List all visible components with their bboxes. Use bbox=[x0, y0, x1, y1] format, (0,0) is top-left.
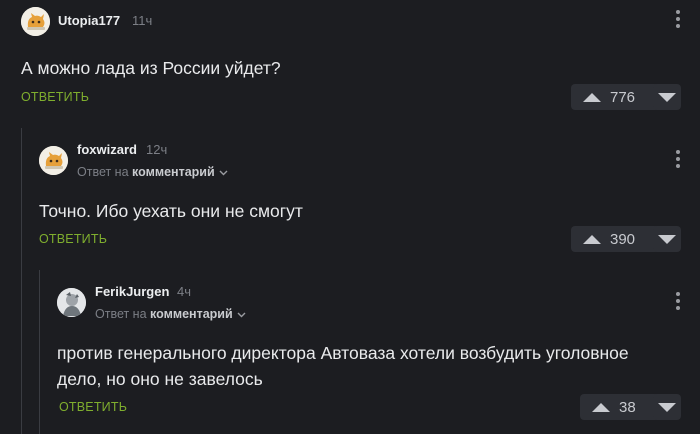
more-options-icon[interactable] bbox=[676, 150, 680, 171]
upvote-icon bbox=[583, 234, 601, 244]
thread-line-level-2 bbox=[39, 270, 40, 434]
reply-to-prefix: Ответ на bbox=[77, 165, 129, 179]
upvote-icon bbox=[583, 92, 601, 102]
comment-text: А можно лада из России уйдет? bbox=[21, 58, 281, 78]
reply-button[interactable]: ответить bbox=[21, 90, 89, 104]
downvote-icon bbox=[658, 92, 676, 102]
vote-count: 776 bbox=[610, 88, 636, 106]
downvote-icon bbox=[658, 234, 676, 244]
reply-button[interactable]: ответить bbox=[59, 400, 127, 414]
upvote-icon bbox=[592, 402, 610, 412]
reply-to-prefix: Ответ на bbox=[95, 307, 147, 321]
chevron-down-icon bbox=[237, 312, 246, 318]
chevron-down-icon bbox=[219, 170, 228, 176]
downvote-button[interactable] bbox=[653, 226, 681, 252]
downvote-button[interactable] bbox=[653, 394, 681, 420]
reply-to-link[interactable]: Ответ на комментарий bbox=[95, 307, 246, 321]
comment-text-line: дело, но оно не завелось bbox=[57, 369, 263, 389]
username[interactable]: Utopia177 bbox=[58, 13, 120, 28]
avatar[interactable] bbox=[57, 288, 86, 317]
username[interactable]: foxwizard bbox=[77, 142, 137, 157]
reply-to-target: комментарий bbox=[150, 307, 233, 321]
comment-text: Точно. Ибо уехать они не смогут bbox=[39, 201, 303, 221]
comment-text-line: против генерального директора Автоваза х… bbox=[57, 343, 629, 363]
more-options-icon[interactable] bbox=[676, 10, 680, 31]
reply-to-link[interactable]: Ответ на комментарий bbox=[77, 165, 228, 179]
character-avatar-icon bbox=[57, 288, 86, 317]
comment-time: 4ч bbox=[177, 284, 192, 299]
vote-count: 38 bbox=[619, 398, 636, 416]
reply-button[interactable]: ответить bbox=[39, 232, 107, 246]
comment-time: 11ч bbox=[132, 13, 153, 28]
downvote-button[interactable] bbox=[653, 84, 681, 110]
avatar[interactable] bbox=[39, 146, 68, 175]
more-options-icon[interactable] bbox=[676, 292, 680, 313]
downvote-icon bbox=[658, 402, 676, 412]
cat-avatar-icon bbox=[21, 7, 50, 36]
thread-line-level-1 bbox=[21, 128, 22, 434]
comment-text: против генерального директора Автоваза х… bbox=[57, 340, 629, 392]
cat-avatar-icon bbox=[39, 146, 68, 175]
vote-count: 390 bbox=[610, 230, 636, 248]
username[interactable]: FerikJurgen bbox=[95, 284, 169, 299]
reply-to-target: комментарий bbox=[132, 165, 215, 179]
comment-time: 12ч bbox=[146, 142, 168, 157]
avatar[interactable] bbox=[21, 7, 50, 36]
